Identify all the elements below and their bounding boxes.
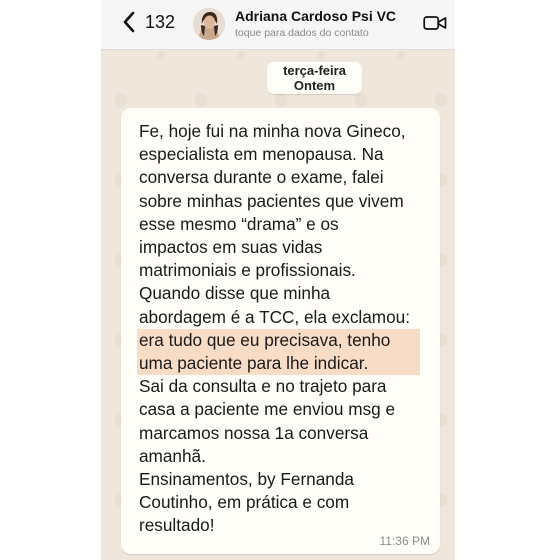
message-line: matrimoniais e profissionais.: [139, 260, 356, 281]
chat-screen: 132 Adriana Cardoso Psi VC toque para da…: [101, 0, 455, 560]
message-text: Fe, hoje fui na minha nova Gineco, espec…: [137, 120, 439, 538]
contact-name[interactable]: Adriana Cardoso Psi VC: [235, 8, 396, 24]
message-line: casa a paciente me enviou msg e: [139, 399, 396, 420]
message-line: amanhã.: [139, 445, 206, 466]
highlighted-line: uma paciente para lhe indicar.: [137, 352, 420, 376]
highlighted-line: era tudo que eu precisava, tenho: [137, 328, 420, 353]
avatar-image: [193, 8, 225, 40]
message-line: sobre minhas pacientes que vivem: [139, 190, 404, 211]
message-line: marcamos nossa 1a conversa: [139, 422, 369, 443]
message-line: Coutinho, em prática e com: [139, 492, 350, 513]
message-line: Ensinamentos, by Fernanda: [139, 469, 354, 490]
message-line: Quando disse que minha: [139, 283, 331, 304]
contact-subtitle[interactable]: toque para dados do contato: [235, 27, 369, 39]
unread-count: 132: [145, 11, 176, 32]
chat-header: 132 Adriana Cardoso Psi VC toque para da…: [101, 0, 455, 50]
date-relative: Ontem: [293, 78, 336, 93]
message-line: especialista em menopausa. Na: [139, 144, 384, 165]
chevron-left-icon: [123, 11, 135, 33]
back-button[interactable]: 132: [121, 10, 175, 34]
message-line: conversa durante o exame, falei: [139, 167, 384, 188]
message-bubble[interactable]: Fe, hoje fui na minha nova Gineco, espec…: [121, 108, 440, 554]
avatar[interactable]: [193, 8, 225, 40]
message-timestamp: 11:36 PM: [379, 534, 430, 548]
date-separator: terça-feira Ontem: [267, 62, 362, 94]
message-line: Fe, hoje fui na minha nova Gineco,: [139, 121, 406, 141]
message-line: abordagem é a TCC, ela exclamou:: [139, 306, 411, 327]
message-line: impactos em suas vidas: [139, 237, 323, 258]
message-line: esse mesmo “drama” e os: [139, 213, 339, 234]
date-weekday: terça-feira: [283, 63, 346, 78]
message-line: Sai da consulta e no trajeto para: [139, 376, 387, 397]
video-camera-icon[interactable]: [423, 14, 447, 32]
